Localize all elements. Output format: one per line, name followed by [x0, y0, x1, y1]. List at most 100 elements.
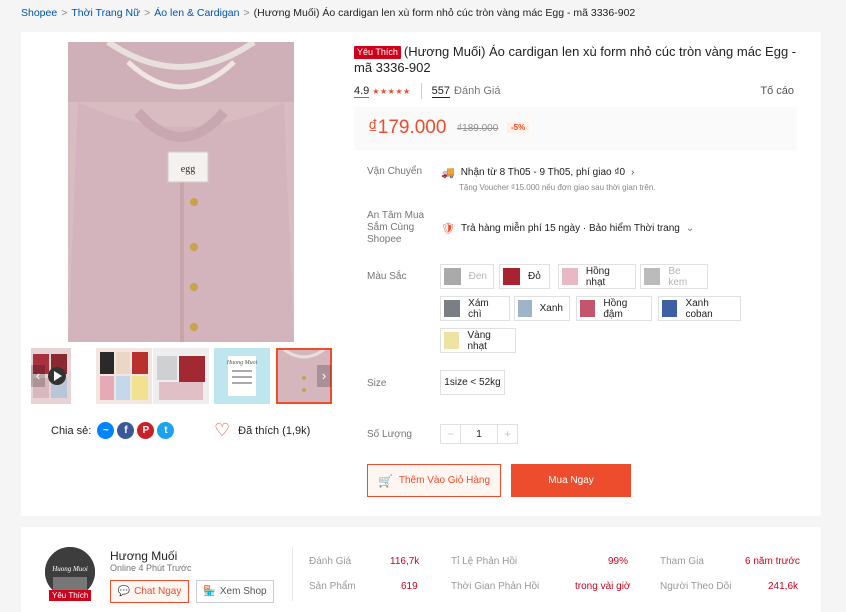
- shipping-voucher-note: Tặng Voucher ₫15.000 nếu đơn giao sau th…: [459, 183, 656, 192]
- assurance-text: Trả hàng miễn phí 15 ngày · Bảo hiểm Thờ…: [460, 223, 680, 234]
- thumbnail-prev-arrow[interactable]: ‹: [31, 365, 45, 387]
- chat-now-button[interactable]: 💬 Chat Ngay: [110, 580, 189, 603]
- color-swatch: [444, 332, 460, 349]
- discount-badge: -5%: [507, 122, 530, 133]
- add-to-cart-label: Thêm Vào Giỏ Hàng: [398, 475, 491, 486]
- stat-followers-value: 241,6k: [768, 581, 799, 592]
- shop-favorite-badge: Yêu Thích: [49, 590, 92, 601]
- stat-response-rate-label: Tỉ Lệ Phản Hồi: [451, 556, 518, 567]
- current-price: ₫179.000: [368, 117, 447, 138]
- pinterest-icon[interactable]: P: [137, 422, 155, 439]
- view-shop-button[interactable]: 🏪 Xem Shop: [196, 580, 274, 603]
- stat-joined-value: 6 năm trước: [745, 556, 800, 567]
- add-to-cart-button[interactable]: 🛒 Thêm Vào Giỏ Hàng: [367, 464, 501, 497]
- original-price: ₫189.000: [457, 123, 499, 134]
- color-option-label: Hồng đậm: [603, 297, 628, 320]
- buy-now-button[interactable]: Mua Ngay: [511, 464, 631, 497]
- color-option-den[interactable]: Đen: [440, 264, 494, 289]
- color-swatch: [444, 300, 461, 317]
- quantity-input[interactable]: 1: [460, 425, 498, 443]
- breadcrumb-separator: >: [243, 7, 250, 19]
- color-option-label: Hồng nhạt: [585, 265, 610, 288]
- shop-name[interactable]: Hương Muối: [110, 549, 177, 563]
- cardigan-photo: egg: [68, 42, 294, 342]
- report-link[interactable]: Tố cáo: [760, 85, 794, 97]
- divider: [420, 83, 422, 99]
- color-option-label: Đen: [468, 271, 487, 282]
- color-swatch: [662, 300, 678, 317]
- color-option-xanh-coban[interactable]: Xanh coban: [658, 296, 741, 321]
- breadcrumb-current: (Hương Muối) Áo cardigan len xù form nhỏ…: [253, 7, 636, 19]
- like-label: Đã thích (1,9k): [238, 424, 311, 437]
- star-rating-icon: ★★★★★: [372, 86, 411, 96]
- thumbnail-image: [96, 348, 152, 404]
- shipping-label: Vận Chuyển: [367, 166, 423, 177]
- color-option-label: Vàng nhạt: [467, 329, 491, 352]
- color-option-hong-dam[interactable]: Hồng đậm: [576, 296, 652, 321]
- quantity-stepper: − 1 +: [440, 424, 518, 444]
- chevron-right-icon: ›: [631, 167, 635, 178]
- shipping-info[interactable]: 🚚 Nhận từ 8 Th05 - 9 Th05, phí giao ₫0 ›…: [441, 166, 656, 192]
- quantity-increment-button[interactable]: +: [498, 425, 517, 443]
- color-option-hong-nhat[interactable]: Hồng nhạt: [558, 264, 636, 289]
- color-option-xam-chi[interactable]: Xám chì: [440, 296, 510, 321]
- color-option-be-kem[interactable]: Be kem: [640, 264, 708, 289]
- rating-value[interactable]: 4.9: [354, 85, 370, 98]
- color-option-do[interactable]: Đỏ: [499, 264, 550, 289]
- view-shop-label: Xem Shop: [219, 586, 267, 597]
- chevron-down-icon: ⌄: [685, 223, 695, 234]
- assurance-label-line: Shopee: [367, 234, 402, 245]
- thumbnail-strip: Huong Muoi ‹ ›: [31, 348, 332, 404]
- truck-icon: 🚚: [441, 167, 455, 179]
- shipping-main: 🚚 Nhận từ 8 Th05 - 9 Th05, phí giao ₫0 ›: [441, 166, 656, 179]
- share-label: Chia sẻ:: [51, 424, 92, 437]
- color-swatch: [518, 300, 532, 317]
- product-main-image[interactable]: egg: [68, 42, 294, 342]
- thumbnail-image: [153, 348, 209, 404]
- assurance-info[interactable]: 🛡 Trả hàng miễn phí 15 ngày · Bảo hiểm T…: [441, 222, 694, 235]
- favorite-badge: Yêu Thích: [354, 46, 401, 59]
- shipping-main-text: Nhận từ 8 Th05 - 9 Th05, phí giao ₫0: [460, 167, 626, 178]
- stat-ratings-value: 116,7k: [390, 556, 420, 567]
- breadcrumb-subcategory[interactable]: Áo len & Cardigan: [154, 7, 239, 19]
- stat-products-value[interactable]: 619: [401, 581, 418, 592]
- breadcrumb-shopee[interactable]: Shopee: [21, 7, 57, 19]
- shop-divider: [292, 547, 293, 601]
- facebook-icon[interactable]: f: [117, 422, 135, 439]
- color-option-label: Xanh: [539, 303, 563, 314]
- color-swatch: [444, 268, 461, 285]
- color-option-vang-nhat[interactable]: Vàng nhạt: [440, 328, 516, 353]
- color-option-xanh[interactable]: Xanh: [514, 296, 570, 321]
- color-swatch: [503, 268, 520, 285]
- color-swatch: [580, 300, 596, 317]
- twitter-icon[interactable]: t: [157, 422, 175, 439]
- thumbnail-next-arrow[interactable]: ›: [317, 365, 331, 387]
- color-option-label: Đỏ: [528, 271, 541, 282]
- stat-ratings-label: Đánh Giá: [309, 556, 352, 567]
- thumbnail-3[interactable]: [153, 348, 209, 404]
- product-title-text: (Hương Muối) Áo cardigan len xù form nhỏ…: [354, 44, 797, 75]
- color-swatch: [644, 268, 661, 285]
- review-count[interactable]: 557: [431, 85, 451, 98]
- stat-products-label: Sản Phẩm: [309, 581, 356, 592]
- shop-avatar-text: Huong Muoi: [51, 565, 88, 573]
- assurance-label: An Tâm Mua Sắm Cùng Shopee: [367, 210, 424, 246]
- stat-response-rate-value: 99%: [608, 556, 629, 567]
- stat-response-time-value: trong vài giờ: [575, 581, 631, 592]
- shop-online-status: Online 4 Phút Trước: [110, 563, 192, 573]
- store-icon: 🏪: [203, 586, 216, 597]
- breadcrumb-category[interactable]: Thời Trang Nữ: [71, 7, 140, 19]
- product-title: Yêu Thích (Hương Muối) Áo cardigan len xù…: [354, 44, 804, 76]
- product-card: egg Huong Muoi ‹ › Chia sẻ: ~ f P t ♡ Đã…: [21, 32, 821, 516]
- size-option[interactable]: 1size < 52kg: [440, 370, 505, 395]
- chat-icon: 💬: [117, 586, 131, 597]
- stat-response-time-label: Thời Gian Phản Hồi: [451, 581, 540, 592]
- heart-icon: ♡: [214, 420, 231, 440]
- quantity-decrement-button[interactable]: −: [441, 425, 460, 443]
- size-label: Size: [367, 378, 387, 389]
- thumbnail-4[interactable]: Huong Muoi: [214, 348, 270, 404]
- messenger-icon[interactable]: ~: [97, 422, 115, 439]
- like-button[interactable]: ♡ Đã thích (1,9k): [214, 420, 311, 440]
- thumbnail-2[interactable]: [96, 348, 152, 404]
- breadcrumb: Shopee > Thời Trang Nữ > Áo len & Cardigan >(…: [21, 7, 635, 19]
